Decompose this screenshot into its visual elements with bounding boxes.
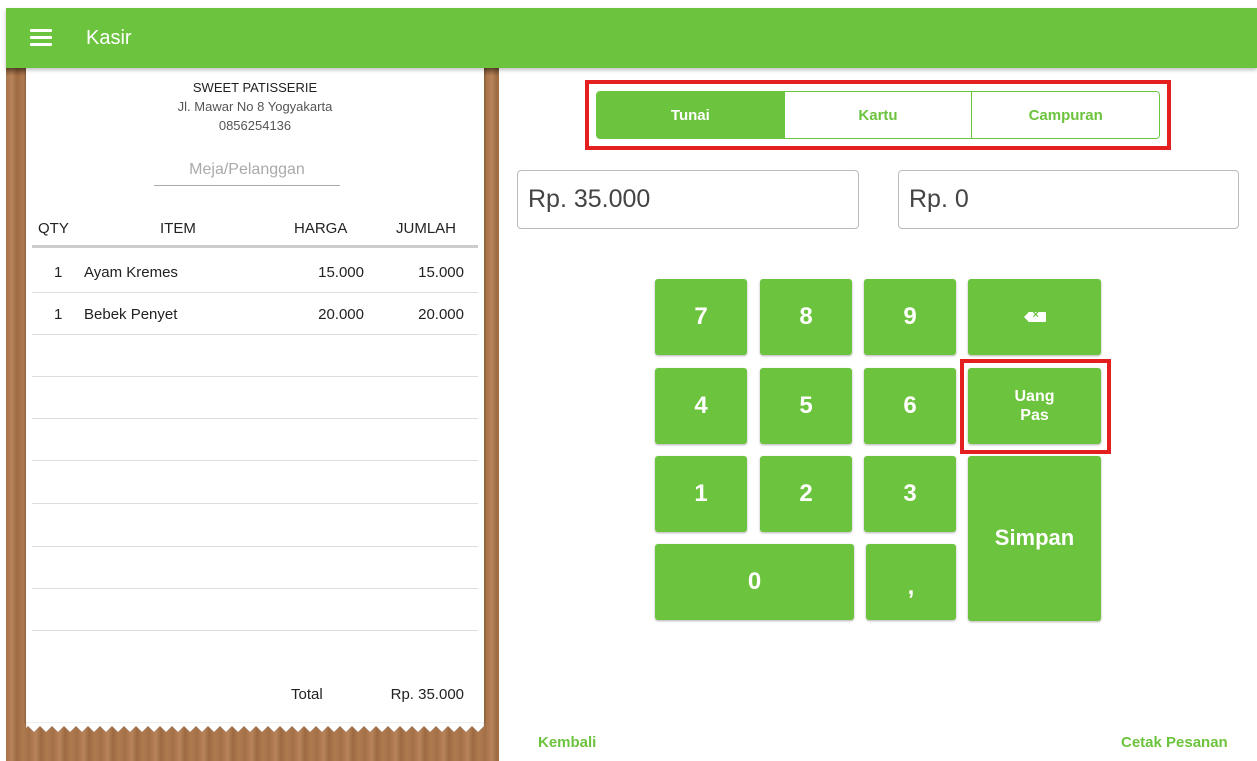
tab-tunai[interactable]: Tunai bbox=[597, 92, 785, 138]
empty-row bbox=[32, 547, 478, 589]
empty-row bbox=[32, 505, 478, 547]
backspace-icon: × bbox=[1023, 309, 1046, 322]
row-item: Ayam Kremes bbox=[84, 264, 178, 281]
key-4[interactable]: 4 bbox=[655, 368, 747, 444]
empty-row bbox=[32, 462, 478, 504]
amount-due-field[interactable] bbox=[517, 170, 859, 229]
shop-name: SWEET PATISSERIE bbox=[192, 80, 318, 95]
key-comma[interactable]: , bbox=[866, 544, 956, 620]
empty-row bbox=[32, 377, 478, 419]
row-harga: 20.000 bbox=[318, 306, 364, 323]
row-qty: 1 bbox=[54, 264, 63, 281]
column-header-harga: HARGA bbox=[294, 220, 348, 237]
empty-row bbox=[32, 589, 478, 631]
column-header-qty: QTY bbox=[38, 220, 69, 237]
key-9[interactable]: 9 bbox=[864, 279, 956, 355]
row-qty: 1 bbox=[54, 306, 63, 323]
back-link[interactable]: Kembali bbox=[538, 734, 596, 751]
amount-paid-field[interactable] bbox=[898, 170, 1239, 229]
key-1[interactable]: 1 bbox=[655, 456, 747, 532]
total-label: Total bbox=[291, 686, 323, 703]
tab-kartu[interactable]: Kartu bbox=[784, 92, 973, 138]
key-3[interactable]: 3 bbox=[864, 456, 956, 532]
key-7[interactable]: 7 bbox=[655, 279, 747, 355]
row-item: Bebek Penyet bbox=[84, 306, 178, 323]
empty-row bbox=[32, 335, 478, 377]
shop-address: Jl. Mawar No 8 Yogyakarta bbox=[177, 99, 333, 114]
app-bar: Kasir bbox=[6, 8, 1257, 68]
customer-input[interactable] bbox=[154, 154, 340, 186]
receipt-torn-edge bbox=[26, 722, 484, 733]
key-8[interactable]: 8 bbox=[760, 279, 852, 355]
receipt: SWEET PATISSERIE Jl. Mawar No 8 Yogyakar… bbox=[26, 68, 484, 724]
exact-amount-label-line1: Uang bbox=[1014, 387, 1055, 405]
table-row[interactable]: 1 Ayam Kremes 15.000 15.000 bbox=[32, 251, 478, 293]
key-0[interactable]: 0 bbox=[655, 544, 854, 620]
key-2[interactable]: 2 bbox=[760, 456, 852, 532]
row-harga: 15.000 bbox=[318, 264, 364, 281]
backspace-button[interactable]: × bbox=[968, 279, 1101, 355]
shop-phone: 0856254136 bbox=[218, 118, 292, 133]
column-header-jumlah: JUMLAH bbox=[396, 220, 457, 237]
table-row[interactable]: 1 Bebek Penyet 20.000 20.000 bbox=[32, 293, 478, 335]
key-6[interactable]: 6 bbox=[864, 368, 956, 444]
exact-amount-button[interactable]: Uang Pas bbox=[968, 368, 1101, 444]
total-value: Rp. 35.000 bbox=[390, 686, 464, 703]
hamburger-menu-icon[interactable] bbox=[30, 27, 54, 49]
print-order-link[interactable]: Cetak Pesanan bbox=[1121, 734, 1228, 751]
row-jumlah: 15.000 bbox=[418, 264, 464, 281]
empty-row bbox=[32, 419, 478, 461]
column-header-item: ITEM bbox=[160, 220, 196, 237]
exact-amount-label-line2: Pas bbox=[1020, 407, 1049, 424]
table-header: QTY ITEM HARGA JUMLAH bbox=[32, 218, 478, 248]
app-title: Kasir bbox=[86, 27, 132, 49]
tab-campuran[interactable]: Campuran bbox=[972, 92, 1159, 138]
key-5[interactable]: 5 bbox=[760, 368, 852, 444]
payment-method-tabs: Tunai Kartu Campuran bbox=[596, 91, 1160, 139]
row-jumlah: 20.000 bbox=[418, 306, 464, 323]
save-button[interactable]: Simpan bbox=[968, 456, 1101, 621]
